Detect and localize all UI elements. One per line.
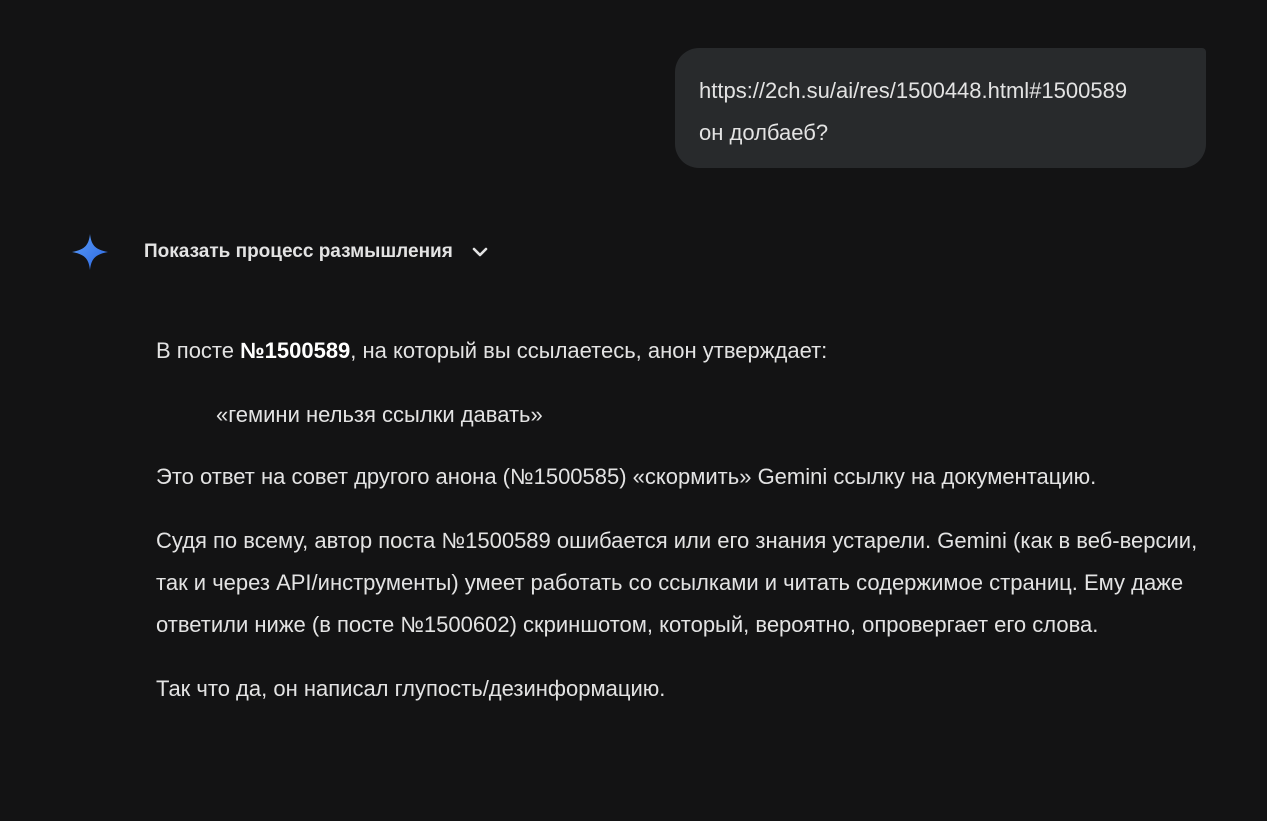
user-message-question: он долбаеб?	[699, 120, 829, 145]
chat-page: https://2ch.su/ai/res/1500448.html#15005…	[0, 0, 1267, 821]
response-paragraph-context: Это ответ на совет другого анона (№15005…	[156, 464, 1097, 489]
show-thinking-toggle[interactable]: Показать процесс размышления	[144, 236, 489, 268]
response-paragraph-conclusion: Так что да, он написал глупость/дезинфор…	[156, 676, 666, 701]
chevron-down-icon	[472, 247, 488, 257]
gemini-sparkle-icon	[72, 234, 108, 270]
user-message-bubble: https://2ch.su/ai/res/1500448.html#15005…	[675, 48, 1206, 168]
response-paragraph-analysis: Судя по всему, автор поста №1500589 ошиб…	[156, 528, 1198, 637]
show-thinking-label: Показать процесс размышления	[144, 241, 453, 262]
assistant-response: В посте №1500589, на который вы ссылаете…	[156, 330, 1216, 710]
user-message-link-text: https://2ch.su/ai/res/1500448.html#15005…	[699, 78, 1128, 103]
response-paragraph-intro: В посте №1500589, на который вы ссылаете…	[156, 338, 828, 363]
response-blockquote: «гемини нельзя ссылки давать»	[216, 402, 543, 427]
post-number-bold: №1500589	[240, 338, 351, 363]
